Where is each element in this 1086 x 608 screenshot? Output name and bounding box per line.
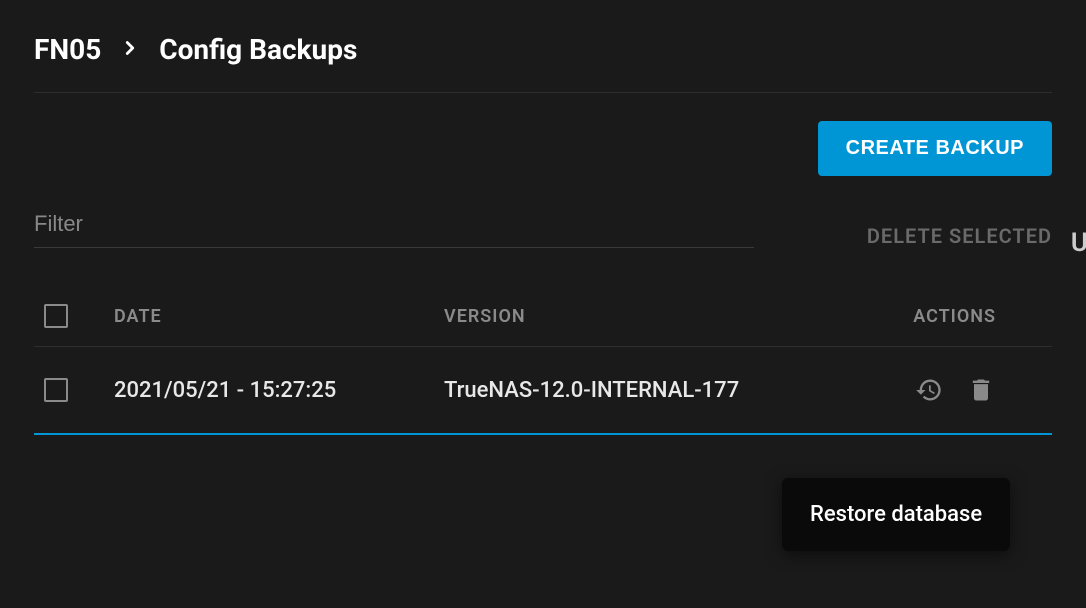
cell-date: 2021/05/21 - 15:27:25	[114, 378, 444, 403]
breadcrumb-root[interactable]: FN05	[34, 36, 101, 64]
table-header-row: DATE VERSION ACTIONS	[34, 286, 1052, 347]
table-row: 2021/05/21 - 15:27:25 TrueNAS-12.0-INTER…	[34, 347, 1052, 435]
column-header-version[interactable]: VERSION	[444, 306, 824, 327]
row-checkbox[interactable]	[44, 378, 68, 402]
side-truncated-text: U	[1071, 228, 1086, 258]
create-backup-button[interactable]: CREATE BACKUP	[818, 121, 1052, 176]
breadcrumb: FN05 Config Backups	[34, 36, 1052, 93]
column-header-actions: ACTIONS	[824, 306, 1052, 327]
filter-input[interactable]	[34, 207, 754, 241]
breadcrumb-current: Config Backups	[159, 36, 357, 64]
filter-field-wrap	[34, 207, 754, 248]
delete-icon[interactable]	[966, 375, 996, 405]
column-header-date[interactable]: DATE	[114, 306, 444, 327]
backups-table: DATE VERSION ACTIONS 2021/05/21 - 15:27:…	[34, 286, 1052, 435]
chevron-right-icon	[119, 37, 141, 64]
select-all-checkbox[interactable]	[44, 304, 68, 328]
restore-icon[interactable]	[914, 375, 944, 405]
cell-version: TrueNAS-12.0-INTERNAL-177	[444, 378, 824, 403]
restore-tooltip: Restore database	[782, 478, 1010, 551]
delete-selected-button[interactable]: DELETE SELECTED	[867, 224, 1052, 248]
